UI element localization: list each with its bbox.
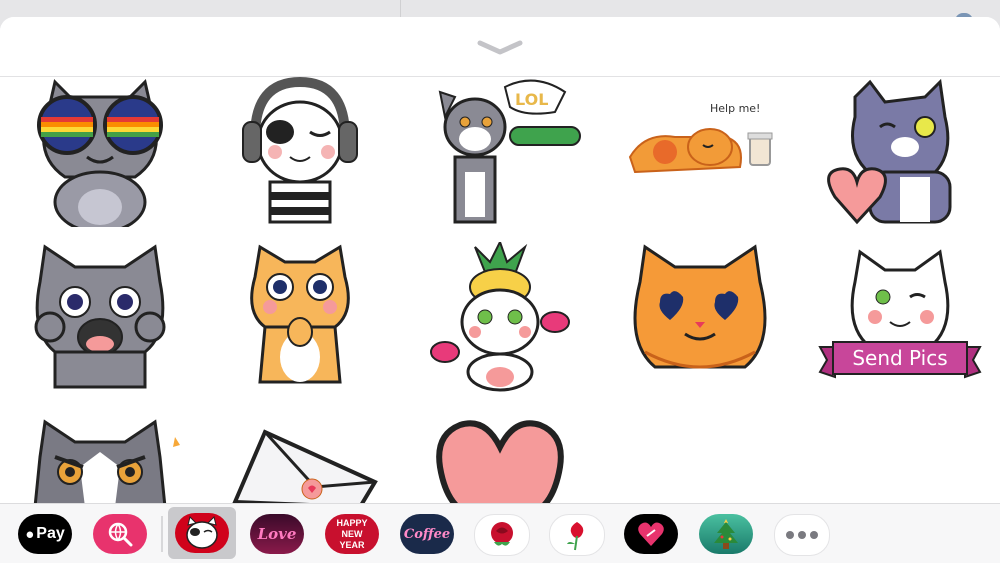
app-happy-new-year[interactable]: HAPPY NEW YEAR [325, 514, 379, 554]
app-image-search[interactable] [93, 514, 147, 554]
app-coffee[interactable]: Coffee [400, 514, 454, 554]
sticker-headphones-cat[interactable] [210, 77, 390, 227]
happy-new-year-app-label: HAPPY NEW YEAR [336, 517, 368, 550]
shocked-gray-cat-icon [34, 244, 166, 389]
heart-winking-cat-icon [827, 78, 952, 225]
sticker-sheet: LOL Help me! Send Pics ● Pay Love HAPPY … [0, 17, 1000, 563]
app-apple-pay[interactable]: ● Pay [18, 514, 72, 554]
svg-text:LOL: LOL [515, 90, 548, 109]
sticker-angry-gray-cat[interactable] [10, 417, 190, 503]
sticker-shy-orange-cat[interactable] [210, 242, 390, 392]
cat-stickers-app-icon [175, 513, 229, 553]
chevron-down-icon [477, 40, 523, 55]
pineapple-maracas-cat-icon [430, 242, 570, 392]
sticker-rainbow-glasses-cat[interactable] [10, 77, 190, 227]
svg-text:Send Pics: Send Pics [852, 346, 947, 370]
drawer-divider [161, 516, 163, 552]
more-icon [786, 531, 818, 539]
angry-gray-cat-icon [33, 419, 180, 503]
app-love-stickers[interactable]: Love [250, 514, 304, 554]
send-pics-cat-icon: Send Pics [818, 249, 982, 379]
headphones-cat-icon [242, 77, 358, 224]
rainbow-glasses-cat-icon [37, 79, 163, 227]
coffee-app-label: Coffee [403, 526, 451, 542]
rose-icon [491, 522, 513, 546]
app-heart-stickers[interactable] [624, 514, 678, 554]
heart-app-icon [638, 522, 664, 546]
sticker-help-me-coffee-cat[interactable]: Help me! [610, 77, 790, 227]
sticker-lol-cucumber-cat[interactable]: LOL [410, 77, 590, 227]
app-drawer: ● Pay Love HAPPY NEW YEAR Coffee [0, 503, 1000, 563]
sticker-shocked-gray-cat[interactable] [10, 242, 190, 392]
background-divider [400, 0, 401, 17]
sticker-send-pics-cat[interactable]: Send Pics [810, 242, 990, 392]
svg-text:Help me!: Help me! [710, 102, 760, 115]
sticker-pink-heart[interactable] [410, 417, 590, 503]
heart-eyes-orange-cat-icon [633, 244, 767, 369]
app-christmas-tree[interactable] [699, 514, 753, 554]
app-red-rose[interactable] [474, 514, 530, 556]
heart-icon [436, 420, 564, 503]
sticker-love-letter-envelope[interactable] [210, 417, 390, 503]
more-apps-button[interactable] [774, 514, 830, 556]
app-cat-stickers[interactable] [168, 507, 236, 559]
sticker-grid: LOL Help me! Send Pics [0, 77, 1000, 503]
sticker-heart-eyes-orange-cat[interactable] [610, 242, 790, 392]
lol-cucumber-cat-icon: LOL [438, 79, 581, 224]
love-app-label: Love [257, 524, 297, 543]
app-rose-bud[interactable] [549, 514, 605, 556]
envelope-icon [232, 429, 378, 503]
shy-orange-cat-icon [250, 244, 350, 384]
sheet-header [0, 17, 1000, 77]
globe-search-icon [108, 522, 133, 547]
rose-bud-icon [567, 522, 584, 551]
christmas-tree-icon [714, 519, 738, 549]
cat-face-icon [186, 516, 218, 549]
sticker-heart-winking-cat[interactable] [810, 77, 990, 227]
collapse-sheet-button[interactable] [474, 37, 526, 57]
help-me-coffee-cat-icon: Help me! [628, 102, 773, 174]
apple-pay-label: Pay [36, 525, 65, 542]
apple-logo-icon: ● [25, 525, 35, 543]
sticker-pineapple-maracas-cat[interactable] [410, 242, 590, 392]
